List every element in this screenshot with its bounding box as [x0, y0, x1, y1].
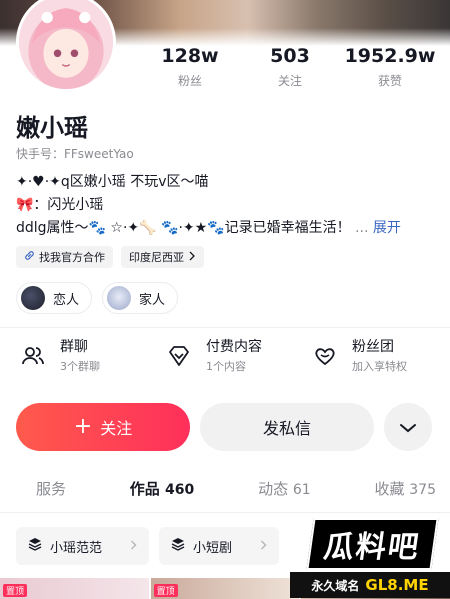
chevron-right-icon: [188, 251, 196, 264]
divider: [0, 512, 450, 513]
avatar-image: [19, 0, 113, 89]
bio-line: ddlg属性～🐾 ☆·✦🦴 🐾·✦★🐾记录已婚幸福生活！: [16, 220, 351, 236]
content-tabs: 服务 作品 460 动态 61 收藏 375: [16, 478, 436, 499]
relation-lover[interactable]: 恋人: [16, 282, 93, 314]
watermark-domain: 永久域名 GL8.ME: [290, 572, 450, 598]
layers-icon: [171, 537, 185, 555]
bio-line: ✦·♥·✦q区嫩小瑶 不玩v区～喵: [16, 174, 209, 190]
bio-expand-link[interactable]: 展开: [373, 220, 401, 236]
chevron-right-icon: [130, 539, 137, 553]
stat-likes[interactable]: 1952.9w 获赞: [340, 44, 440, 89]
chip-location[interactable]: 印度尼西亚: [121, 246, 204, 268]
more-options-button[interactable]: [384, 403, 432, 451]
tab-label: 动态: [258, 480, 289, 498]
feature-sub: 1个内容: [206, 360, 246, 373]
action-row: + 关注 发私信: [16, 403, 434, 451]
feature-title: 群聊: [60, 339, 88, 355]
relationship-links: 恋人 家人: [16, 282, 179, 314]
profile-stats: 128w 粉丝 503 关注 1952.9w 获赞: [140, 44, 440, 89]
tab-count: 375: [409, 482, 436, 498]
chip-label: 印度尼西亚: [129, 251, 184, 264]
relation-label: 家人: [139, 292, 166, 308]
chip-business[interactable]: 找我官方合作: [16, 246, 113, 268]
stat-label: 关注: [277, 74, 302, 88]
divider: [0, 327, 450, 328]
bio-ellipsis: ...: [355, 220, 369, 236]
message-button[interactable]: 发私信: [200, 403, 374, 451]
watermark: 瓜料吧 永久域名 GL8.ME: [290, 514, 450, 599]
tab-moments[interactable]: 动态 61: [258, 478, 311, 499]
chevron-down-icon: [399, 418, 417, 437]
bio-line: 🎀：闪光小瑶: [16, 197, 104, 213]
feature-fan-club[interactable]: 粉丝团 加入享特权: [308, 338, 446, 374]
watermark-domain-label: 永久域名: [311, 578, 360, 593]
tab-count: 61: [292, 482, 311, 498]
video-thumbnail[interactable]: 置顶: [150, 578, 300, 599]
tab-count: 460: [165, 482, 195, 498]
layers-icon: [28, 537, 42, 555]
video-thumbnail[interactable]: 置顶: [0, 578, 149, 599]
feature-sub: 3个群聊: [60, 360, 100, 373]
tab-favorites[interactable]: 收藏 375: [374, 478, 436, 499]
follow-label: 关注: [100, 419, 133, 438]
bio-line-last: ddlg属性～🐾 ☆·✦🦴 🐾·✦★🐾记录已婚幸福生活！ ... 展开: [16, 217, 436, 240]
plus-icon: +: [73, 414, 93, 439]
feature-group-chat[interactable]: 群聊 3个群聊: [16, 338, 154, 374]
avatar: [107, 286, 132, 310]
pinned-badge: 置顶: [153, 584, 178, 597]
avatar[interactable]: [16, 0, 116, 92]
chevron-right-icon: [260, 539, 267, 553]
follow-button[interactable]: + 关注: [16, 403, 190, 451]
stat-value: 1952.9w: [344, 45, 436, 67]
tab-works[interactable]: 作品 460: [130, 478, 194, 499]
group-icon: [16, 339, 50, 373]
avatar: [21, 286, 45, 310]
stat-value: 128w: [161, 45, 219, 67]
relation-family[interactable]: 家人: [102, 282, 179, 314]
pinned-badge: 置顶: [3, 584, 28, 597]
watermark-domain-value: GL8.ME: [365, 576, 429, 594]
stat-label: 获赞: [377, 74, 402, 88]
tab-label: 作品: [129, 480, 160, 498]
chip-label: 找我官方合作: [39, 251, 105, 264]
diamond-icon: [162, 339, 196, 373]
relation-label: 恋人: [53, 292, 80, 308]
feature-title: 粉丝团: [352, 339, 394, 355]
profile-chips: 找我官方合作 印度尼西亚: [16, 246, 204, 268]
tab-service[interactable]: 服务: [36, 478, 66, 499]
link-icon: [24, 250, 35, 264]
stat-fans[interactable]: 128w 粉丝: [140, 44, 240, 89]
collection-label: 小短剧: [193, 540, 233, 556]
stat-value: 503: [270, 45, 310, 67]
collection-item[interactable]: 小瑶范范: [16, 527, 150, 565]
tab-label: 收藏: [374, 480, 405, 498]
kuaishou-id[interactable]: 快手号：FFsweetYao: [16, 145, 134, 162]
collection-label: 小瑶范范: [50, 540, 103, 556]
feature-row: 群聊 3个群聊 付费内容 1个内容 粉丝团 加入享特权: [16, 338, 446, 374]
stat-following[interactable]: 503 关注: [240, 44, 340, 89]
profile-name: 嫩小瑶: [16, 114, 88, 142]
profile-bio: ✦·♥·✦q区嫩小瑶 不玩v区～喵 🎀：闪光小瑶 ddlg属性～🐾 ☆·✦🦴 🐾…: [16, 171, 436, 240]
stat-label: 粉丝: [177, 74, 202, 88]
tab-label: 服务: [36, 480, 67, 498]
collections-row: 小瑶范范 小短剧: [16, 527, 280, 565]
feature-sub: 加入享特权: [352, 360, 407, 373]
feature-title: 付费内容: [206, 339, 262, 355]
feature-paid-content[interactable]: 付费内容 1个内容: [162, 338, 300, 374]
heart-icon: [308, 339, 342, 373]
message-label: 发私信: [262, 419, 311, 438]
watermark-logo: 瓜料吧: [306, 518, 439, 570]
collection-item[interactable]: 小短剧: [159, 527, 280, 565]
